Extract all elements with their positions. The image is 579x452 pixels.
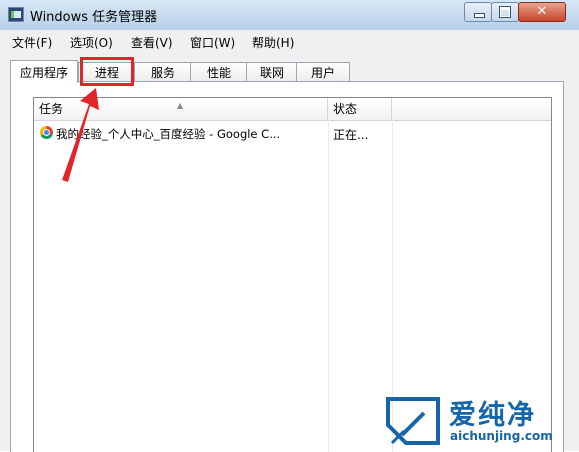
menu-help[interactable]: 帮助(H) [252,34,294,51]
close-icon: ✕ [536,4,548,19]
maximize-button[interactable] [491,2,519,22]
menu-bar: 文件(F) 选项(O) 查看(V) 窗口(W) 帮助(H) [0,30,579,53]
menu-view[interactable]: 查看(V) [131,34,173,51]
menu-options[interactable]: 选项(O) [70,34,113,51]
column-divider [328,120,329,452]
minimize-button[interactable] [464,2,492,22]
tab-users[interactable]: 用户 [296,62,350,81]
column-label-task: 任务 [39,102,64,116]
menu-file[interactable]: 文件(F) [12,34,52,51]
tab-services[interactable]: 服务 [134,62,192,81]
task-name: 我的经验_个人中心_百度经验 - Google C... [56,127,281,141]
menu-window[interactable]: 窗口(W) [190,34,235,51]
tab-performance[interactable]: 性能 [190,62,248,81]
maximize-icon [499,6,511,18]
watermark: 爱纯净 aichunjing.com [384,393,579,451]
column-header-status[interactable]: 状态 [328,98,392,120]
window-title: Windows 任务管理器 [30,10,158,25]
task-status: 正在... [333,128,369,142]
minimize-icon [474,13,485,18]
task-manager-window: Windows 任务管理器 ✕ 文件(F) 选项(O) 查看(V) 窗口(W) … [0,0,579,452]
column-label-status: 状态 [333,102,358,116]
task-row[interactable]: 我的经验_个人中心_百度经验 - Google C... 正在... [34,124,551,142]
close-button[interactable]: ✕ [518,2,566,22]
chrome-icon [40,126,53,139]
watermark-name: 爱纯净 [449,400,536,431]
watermark-url: aichunjing.com [450,429,553,443]
column-header-task[interactable]: 任务 ▲ [34,98,328,120]
list-header: 任务 ▲ 状态 [34,98,551,121]
annotation-highlight-box [80,57,134,86]
watermark-logo-icon [386,397,440,445]
sort-ascending-icon: ▲ [177,101,184,110]
title-bar[interactable]: Windows 任务管理器 ✕ [0,0,579,30]
task-manager-icon [8,7,24,22]
tab-applications[interactable]: 应用程序 [10,60,78,83]
tab-networking[interactable]: 联网 [246,62,298,81]
